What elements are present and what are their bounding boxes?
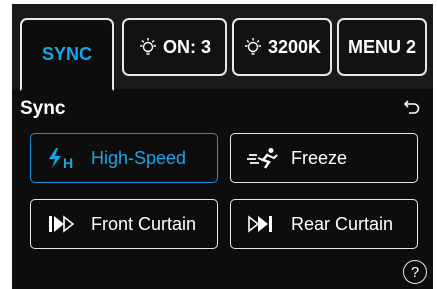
tab-label: 3200K — [267, 36, 322, 57]
tab-label: SYNC — [41, 44, 92, 64]
freeze-button[interactable]: Freeze — [230, 133, 418, 183]
help-button[interactable]: ? — [403, 260, 427, 284]
front-curtain-button[interactable]: Front Curtain — [30, 199, 218, 249]
tab-on-count[interactable]: ON: 3 — [122, 18, 227, 76]
tab-bar: SYNC ON: 3 3200K MENU 2 — [12, 4, 433, 91]
tab-label: ON: 3 — [162, 36, 211, 57]
bulb-icon — [139, 38, 156, 55]
high-speed-sync-icon: H — [49, 148, 73, 169]
tab-menu-2[interactable]: MENU 2 — [337, 18, 427, 76]
freeze-runner-icon — [247, 148, 278, 169]
flash-menu-screen: SYNC ON: 3 3200K MENU 2 Sync H High-Spee… — [12, 4, 433, 289]
option-label: Rear Curtain — [291, 213, 394, 234]
section-title: Sync — [20, 98, 66, 119]
option-label: Freeze — [291, 147, 348, 168]
tab-sync[interactable]: SYNC — [20, 18, 114, 91]
bulb-icon — [244, 38, 261, 55]
option-label: Front Curtain — [91, 213, 197, 234]
device-frame: SYNC ON: 3 3200K MENU 2 Sync H High-Spee… — [0, 0, 437, 289]
rear-curtain-button[interactable]: Rear Curtain — [230, 199, 418, 249]
tab-color-temp[interactable]: 3200K — [232, 18, 332, 76]
front-curtain-icon — [49, 215, 75, 233]
tab-label: MENU 2 — [347, 36, 416, 57]
help-label: ? — [410, 263, 420, 281]
svg-text:H: H — [63, 155, 73, 169]
high-speed-button[interactable]: H High-Speed — [30, 133, 218, 183]
rear-curtain-icon — [248, 215, 272, 233]
option-label: High-Speed — [91, 147, 187, 168]
back-arrow-icon[interactable] — [403, 97, 421, 115]
